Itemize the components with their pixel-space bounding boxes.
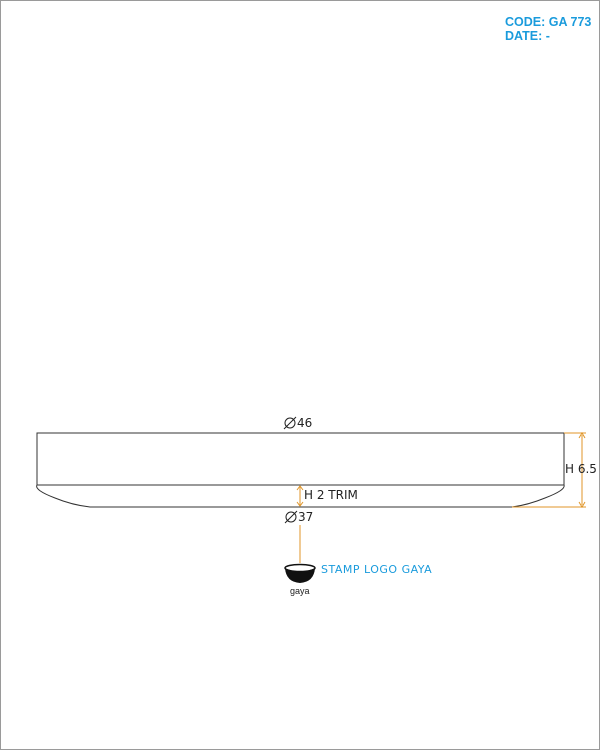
- stamp-label: STAMP LOGO GAYA: [321, 563, 432, 576]
- trim-dimension: [296, 485, 304, 507]
- top-diameter-value: 46: [297, 416, 312, 430]
- gaya-logo-text: gaya: [290, 586, 310, 596]
- technical-drawing: 46 H 6.5 H 2 TRIM 37 gaya STAMP LOGO GAY…: [36, 416, 597, 596]
- gaya-logo-icon: [284, 563, 316, 583]
- height-value: H 6.5: [565, 462, 597, 476]
- trim-value: H 2 TRIM: [304, 488, 358, 502]
- plate-rim: [36, 432, 565, 486]
- bottom-diameter-label: 37: [284, 510, 313, 524]
- top-diameter-label: 46: [283, 416, 312, 430]
- bottom-diameter-value: 37: [298, 510, 313, 524]
